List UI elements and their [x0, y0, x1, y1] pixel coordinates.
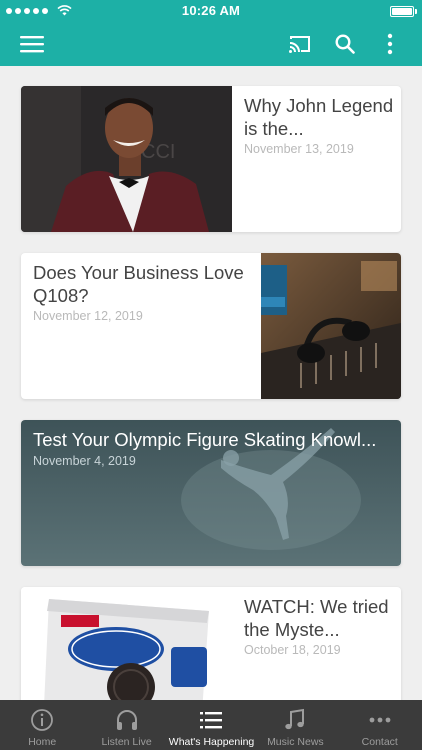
- battery-icon: [390, 6, 417, 17]
- tab-label: Contact: [361, 736, 398, 748]
- hamburger-menu-icon: [20, 36, 44, 53]
- article-date: November 4, 2019: [33, 454, 136, 468]
- article-card[interactable]: CCI Why John Legend is the... November 1…: [21, 86, 401, 232]
- article-date: October 18, 2019: [244, 643, 341, 657]
- tab-contact[interactable]: Contact: [338, 700, 422, 750]
- tab-music-news[interactable]: Music News: [253, 700, 337, 750]
- search-button[interactable]: [331, 30, 359, 58]
- more-options-button[interactable]: [376, 30, 404, 58]
- app-bar: [0, 22, 422, 66]
- article-card[interactable]: Test Your Olympic Figure Skating Knowl..…: [21, 420, 401, 566]
- status-bar: 10:26 AM: [0, 0, 422, 22]
- article-thumbnail: CCI: [21, 86, 232, 232]
- article-date: November 13, 2019: [244, 142, 354, 156]
- tab-label: Home: [28, 736, 57, 748]
- tab-listen-live[interactable]: Listen Live: [84, 700, 168, 750]
- tab-label: Music News: [267, 736, 324, 748]
- article-title: Does Your Business Love Q108?: [33, 262, 244, 306]
- headphones-icon: [116, 710, 137, 730]
- cast-icon: [289, 36, 310, 53]
- tab-label: Listen Live: [101, 736, 152, 748]
- article-thumbnail: [261, 253, 401, 399]
- menu-button[interactable]: [18, 30, 46, 58]
- cast-button[interactable]: [286, 30, 314, 58]
- status-time: 10:26 AM: [181, 3, 241, 18]
- article-date: November 12, 2019: [33, 309, 143, 323]
- tab-whats-happening[interactable]: What's Happening: [168, 700, 255, 750]
- list-icon: [199, 712, 222, 729]
- article-title: Why John Legend is the...: [244, 95, 394, 139]
- more-vertical-icon: [387, 33, 393, 55]
- bottom-tab-bar: Home Listen Live What's Happening Music …: [0, 700, 422, 750]
- more-horizontal-icon: [369, 717, 391, 723]
- article-card[interactable]: Does Your Business Love Q108? November 1…: [21, 253, 401, 399]
- search-icon: [335, 34, 355, 54]
- tab-label: What's Happening: [168, 736, 255, 748]
- article-title: Test Your Olympic Figure Skating Knowl..…: [33, 429, 377, 450]
- music-note-icon: [285, 708, 305, 730]
- info-icon: [31, 709, 54, 731]
- article-title: WATCH: We tried the Myste...: [244, 596, 389, 640]
- tab-home[interactable]: Home: [0, 700, 84, 750]
